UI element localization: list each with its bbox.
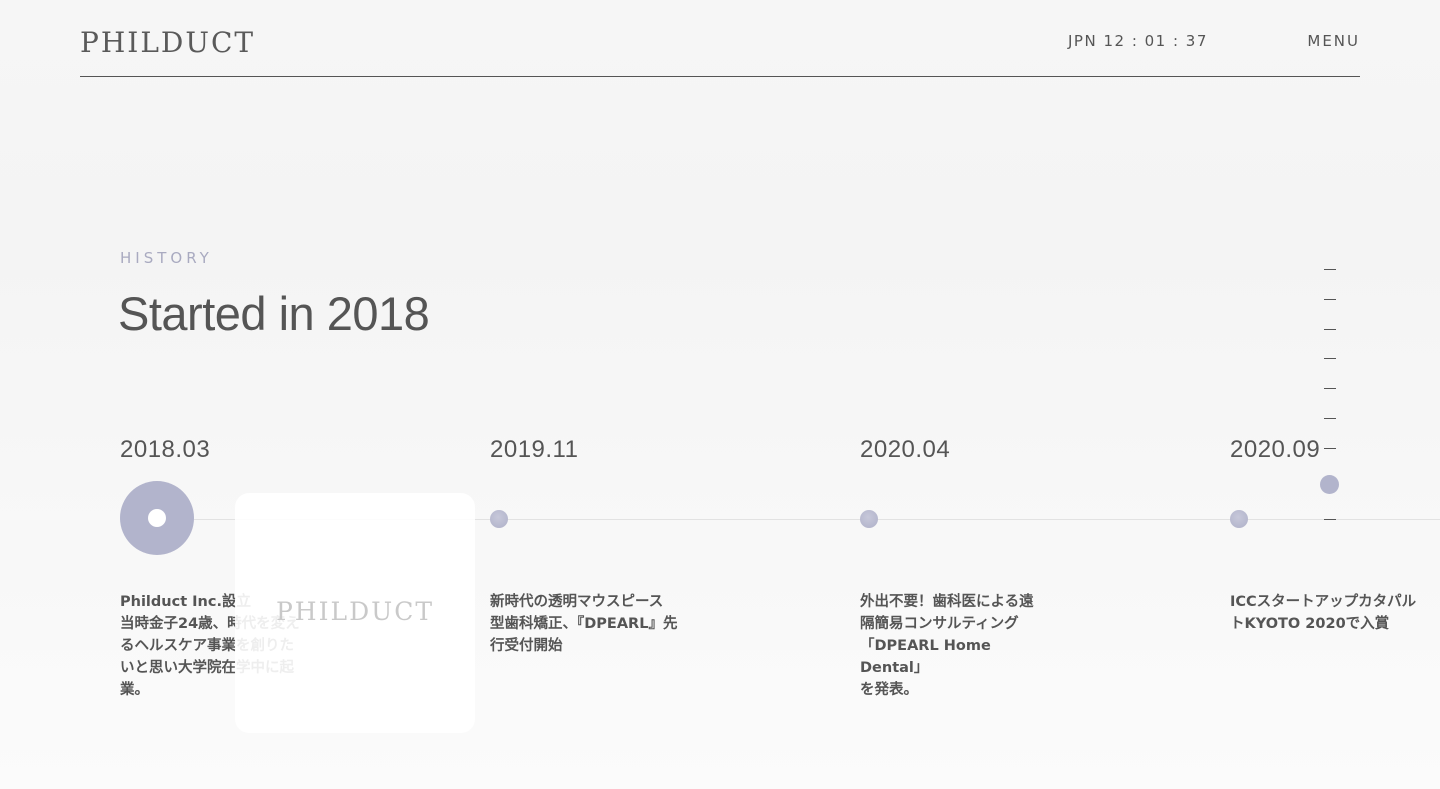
menu-button[interactable]: MENU: [1307, 32, 1360, 50]
timeline-dot-active[interactable]: [120, 481, 194, 555]
entry-description: 新時代の透明マウスピース 型歯科矯正、『DPEARL』先 行受付開始: [490, 594, 678, 654]
timeline-dot[interactable]: [490, 510, 508, 528]
scroll-nav-tick[interactable]: [1324, 329, 1336, 330]
entry-date: 2020.04: [860, 436, 951, 463]
scroll-nav-tick[interactable]: [1324, 448, 1336, 449]
site-logo[interactable]: PHILDUCT: [80, 26, 255, 59]
scroll-nav-tick[interactable]: [1324, 388, 1336, 389]
entry-date: 2018.03: [120, 436, 211, 463]
entry-description: ICCスタートアップカタパル トKYOTO 2020で入賞: [1230, 594, 1417, 632]
entry-date: 2020.09: [1230, 436, 1321, 463]
timeline-dot[interactable]: [860, 510, 878, 528]
section-eyebrow: HISTORY: [120, 249, 213, 267]
entry-date: 2019.11: [490, 436, 579, 463]
scroll-nav-tick[interactable]: [1324, 519, 1336, 520]
hover-logo-card: PHILDUCT: [235, 493, 475, 733]
scroll-nav-indicator[interactable]: [1320, 475, 1339, 494]
timeline-dot[interactable]: [1230, 510, 1248, 528]
scroll-nav-tick[interactable]: [1324, 358, 1336, 359]
page: PHILDUCT JPN 12 : 01 : 37 MENU HISTORY S…: [0, 0, 1440, 789]
entry-description: 外出不要！歯科医による遠 隔簡易コンサルティング 「DPEARL Home De…: [860, 594, 1034, 698]
japan-clock: JPN 12 : 01 : 37: [1068, 32, 1208, 50]
header-divider: [80, 76, 1360, 77]
scroll-nav-tick[interactable]: [1324, 299, 1336, 300]
card-logo: PHILDUCT: [275, 597, 435, 626]
scroll-nav-tick[interactable]: [1324, 269, 1336, 270]
section-title: Started in 2018: [118, 287, 430, 340]
scroll-nav-tick[interactable]: [1324, 418, 1336, 419]
